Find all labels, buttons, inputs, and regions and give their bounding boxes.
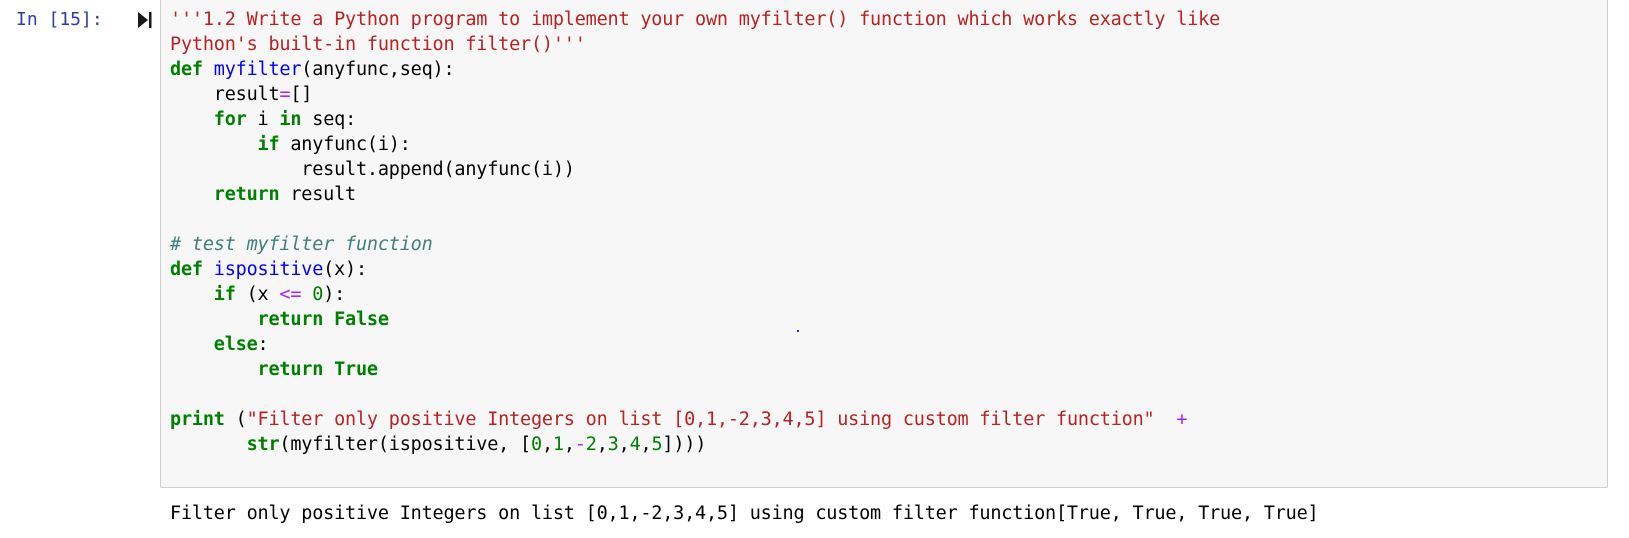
code-token: def [170,259,203,280]
code-line: result.append(anyfunc(i)) [170,157,1220,182]
code-token: 5 [651,434,663,455]
code-token: ( [224,409,247,430]
code-token: "Filter only positive Integers on list [… [246,409,1155,430]
code-line: def ispositive(x): [170,257,1220,282]
code-token: str [246,434,280,455]
code-token: 2 [585,434,597,455]
code-token: for [213,109,247,130]
code-token: '''1.2 Write a Python program to impleme… [170,9,1221,30]
code-token: # test myfilter function [170,234,433,255]
code-token: (myfilter(ispositive, [ [279,434,531,455]
code-token: return [213,184,280,205]
text-cursor [797,330,799,332]
step-forward-icon[interactable] [137,10,153,30]
code-line: # test myfilter function [170,232,1220,257]
cell-output: Filter only positive Integers on list [0… [170,503,1319,524]
code-line: Python's built-in function filter()''' [170,32,1220,57]
code-token: 4 [629,434,641,455]
code-token: if [213,284,236,305]
code-token: : [257,334,269,355]
code-token: ): [323,284,346,305]
code-token: ispositive [213,259,324,280]
code-token: in [279,109,302,130]
code-line: str(myfilter(ispositive, [0,1,-2,3,4,5])… [170,432,1220,457]
code-token: ]))) [662,434,707,455]
code-token: (x): [323,259,367,280]
code-token: myfilter [213,59,302,80]
code-line: '''1.2 Write a Python program to impleme… [170,7,1220,32]
code-line: if (x <= 0): [170,282,1220,307]
code-line: return result [170,182,1220,207]
code-line: for i in seq: [170,107,1220,132]
code-token: result [170,84,280,105]
code-token: + [1176,409,1188,430]
code-editor[interactable]: '''1.2 Write a Python program to impleme… [170,7,1220,457]
code-line: result=[] [170,82,1220,107]
code-token: , [640,434,652,455]
code-token: (anyfunc,seq): [301,59,455,80]
code-token: 0 [312,284,324,305]
code-token: , [563,434,575,455]
code-token: 3 [607,434,619,455]
code-token: = [279,84,291,105]
code-token: 0 [530,434,542,455]
code-line: return False [170,307,1220,332]
code-token: , [541,434,553,455]
code-token: return [257,309,324,330]
code-token: [] [290,84,313,105]
code-token: print [170,409,225,430]
code-token: (x [235,284,280,305]
input-prompt: In [15]: [16,9,103,30]
code-token: anyfunc(i): [279,134,411,155]
code-token: if [257,134,280,155]
code-line: return True [170,357,1220,382]
code-token: def [170,59,203,80]
code-token: result [279,184,356,205]
code-token: seq: [301,109,357,130]
code-token: result.append(anyfunc(i)) [170,159,575,180]
code-line: def myfilter(anyfunc,seq): [170,57,1220,82]
code-token: - [574,434,586,455]
code-line: else: [170,332,1220,357]
code-token: <= [279,284,302,305]
code-token: Python's built-in function filter()''' [170,34,586,55]
code-token: True [334,359,378,380]
code-token: return [257,359,324,380]
code-token: i [246,109,280,130]
code-line: if anyfunc(i): [170,132,1220,157]
code-line: print ("Filter only positive Integers on… [170,407,1220,432]
code-token: 1 [552,434,564,455]
code-token: else [213,334,258,355]
code-token: , [596,434,608,455]
code-token: , [618,434,630,455]
code-token: False [334,309,389,330]
